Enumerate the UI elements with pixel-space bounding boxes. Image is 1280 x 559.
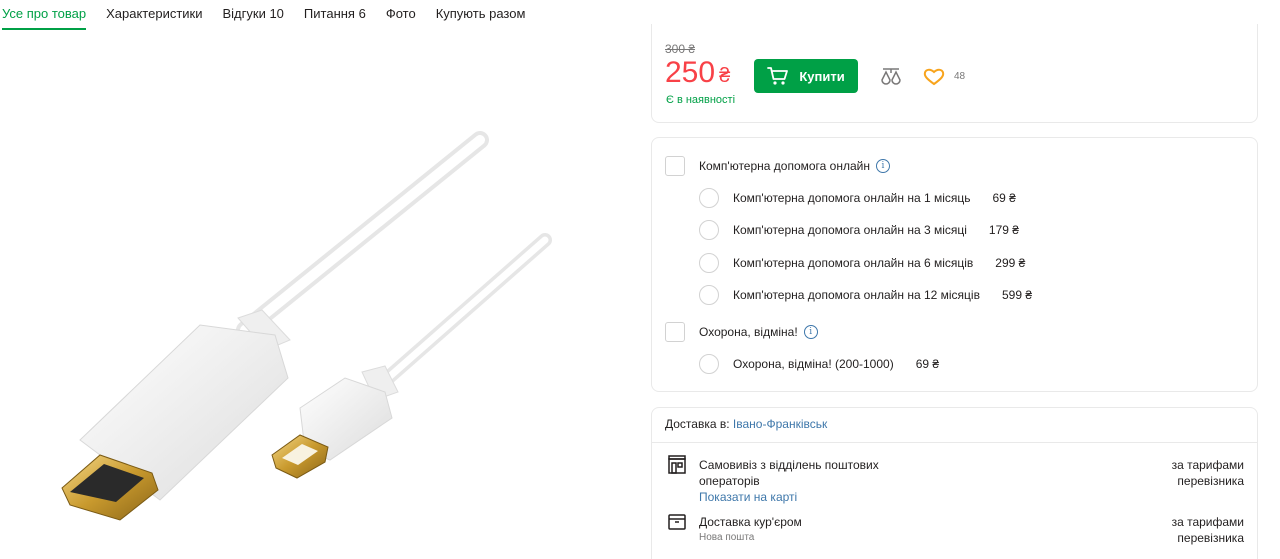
service-option-radio[interactable]: [699, 285, 719, 305]
service-group-checkbox[interactable]: [665, 322, 685, 342]
pickup-price: за тарифами перевізника: [1171, 458, 1244, 488]
service-option-radio[interactable]: [699, 354, 719, 374]
tab-characteristics[interactable]: Характеристики: [106, 0, 202, 30]
tab-all-about-product[interactable]: Усе про товар: [2, 0, 87, 30]
services-card: Комп'ютерна допомога онлайн i Комп'ютерн…: [651, 137, 1258, 392]
courier-price: за тарифами перевізника: [1171, 515, 1244, 545]
service-option: Комп'ютерна допомога онлайн на 6 місяців…: [699, 253, 1025, 273]
price-card: 300 ₴ 250 ₴ Є в наявності Купити 48: [651, 24, 1258, 123]
delivery-city-link[interactable]: Івано-Франківськ: [733, 417, 827, 431]
buy-button-label: Купити: [799, 68, 845, 84]
current-price: 250 ₴: [665, 56, 730, 93]
currency-symbol: ₴: [719, 65, 731, 87]
info-icon[interactable]: i: [803, 325, 818, 339]
service-option-price: 69 ₴: [992, 191, 1016, 205]
service-option: Охорона, відміна! (200-1000) 69 ₴: [699, 354, 939, 374]
service-option-label: Комп'ютерна допомога онлайн на 1 місяць: [733, 191, 971, 205]
product-tabs: Усе про товар Характеристики Відгуки 10 …: [0, 0, 640, 30]
service-option-label: Комп'ютерна допомога онлайн на 6 місяців: [733, 256, 974, 270]
cart-icon: [767, 67, 789, 85]
service-option-radio[interactable]: [699, 253, 719, 273]
service-group-checkbox[interactable]: [665, 156, 685, 176]
courier-title: Доставка кур'єром: [699, 515, 802, 529]
service-group-protection: Охорона, відміна! i: [665, 322, 818, 342]
service-option-price: 179 ₴: [988, 223, 1019, 237]
divider: [652, 442, 1257, 443]
product-image[interactable]: [0, 32, 640, 559]
service-option-price: 69 ₴: [915, 357, 940, 371]
wishlist-count: 48: [954, 71, 966, 82]
service-option-price: 299 ₴: [995, 256, 1026, 270]
courier-box-icon: [668, 514, 686, 530]
tab-reviews[interactable]: Відгуки 10: [223, 0, 284, 30]
tab-bought-together[interactable]: Купують разом: [436, 0, 526, 30]
delivery-card: Доставка в: Івано-Франківськ Самовивіз з…: [651, 407, 1258, 559]
service-group-label: Охорона, відміна!: [699, 325, 798, 339]
tab-photo[interactable]: Фото: [386, 0, 416, 30]
current-price-value: 250: [665, 56, 716, 89]
buy-button[interactable]: Купити: [754, 59, 858, 93]
courier-subtitle: Нова пошта: [699, 532, 755, 543]
service-group-computer-help: Комп'ютерна допомога онлайн i: [665, 156, 890, 176]
service-option: Комп'ютерна допомога онлайн на 3 місяці …: [699, 220, 1019, 240]
service-group-label: Комп'ютерна допомога онлайн: [699, 159, 870, 173]
old-price: 300 ₴: [665, 42, 696, 56]
service-option-radio[interactable]: [699, 188, 719, 208]
service-option: Комп'ютерна допомога онлайн на 12 місяці…: [699, 285, 1032, 305]
delivery-header: Доставка в: Івано-Франківськ: [665, 417, 827, 431]
show-on-map-link[interactable]: Показати на карті: [699, 490, 797, 504]
tab-questions[interactable]: Питання 6: [304, 0, 366, 30]
service-option-label: Комп'ютерна допомога онлайн на 12 місяці…: [733, 288, 980, 302]
heart-icon[interactable]: [923, 67, 945, 87]
service-option-price: 599 ₴: [1001, 288, 1032, 302]
service-option-label: Комп'ютерна допомога онлайн на 3 місяці: [733, 223, 967, 237]
hdmi-cable-image: [61, 131, 552, 521]
service-option: Комп'ютерна допомога онлайн на 1 місяць …: [699, 188, 1016, 208]
post-office-icon: [668, 455, 686, 474]
stock-status: Є в наявності: [666, 94, 736, 106]
info-icon[interactable]: i: [875, 159, 890, 173]
service-option-radio[interactable]: [699, 220, 719, 240]
delivery-prefix: Доставка в:: [665, 417, 730, 431]
pickup-title: Самовивіз з відділень поштових операторі…: [699, 458, 879, 488]
service-option-label: Охорона, відміна! (200-1000): [733, 357, 894, 371]
compare-scales-icon[interactable]: [880, 67, 902, 87]
